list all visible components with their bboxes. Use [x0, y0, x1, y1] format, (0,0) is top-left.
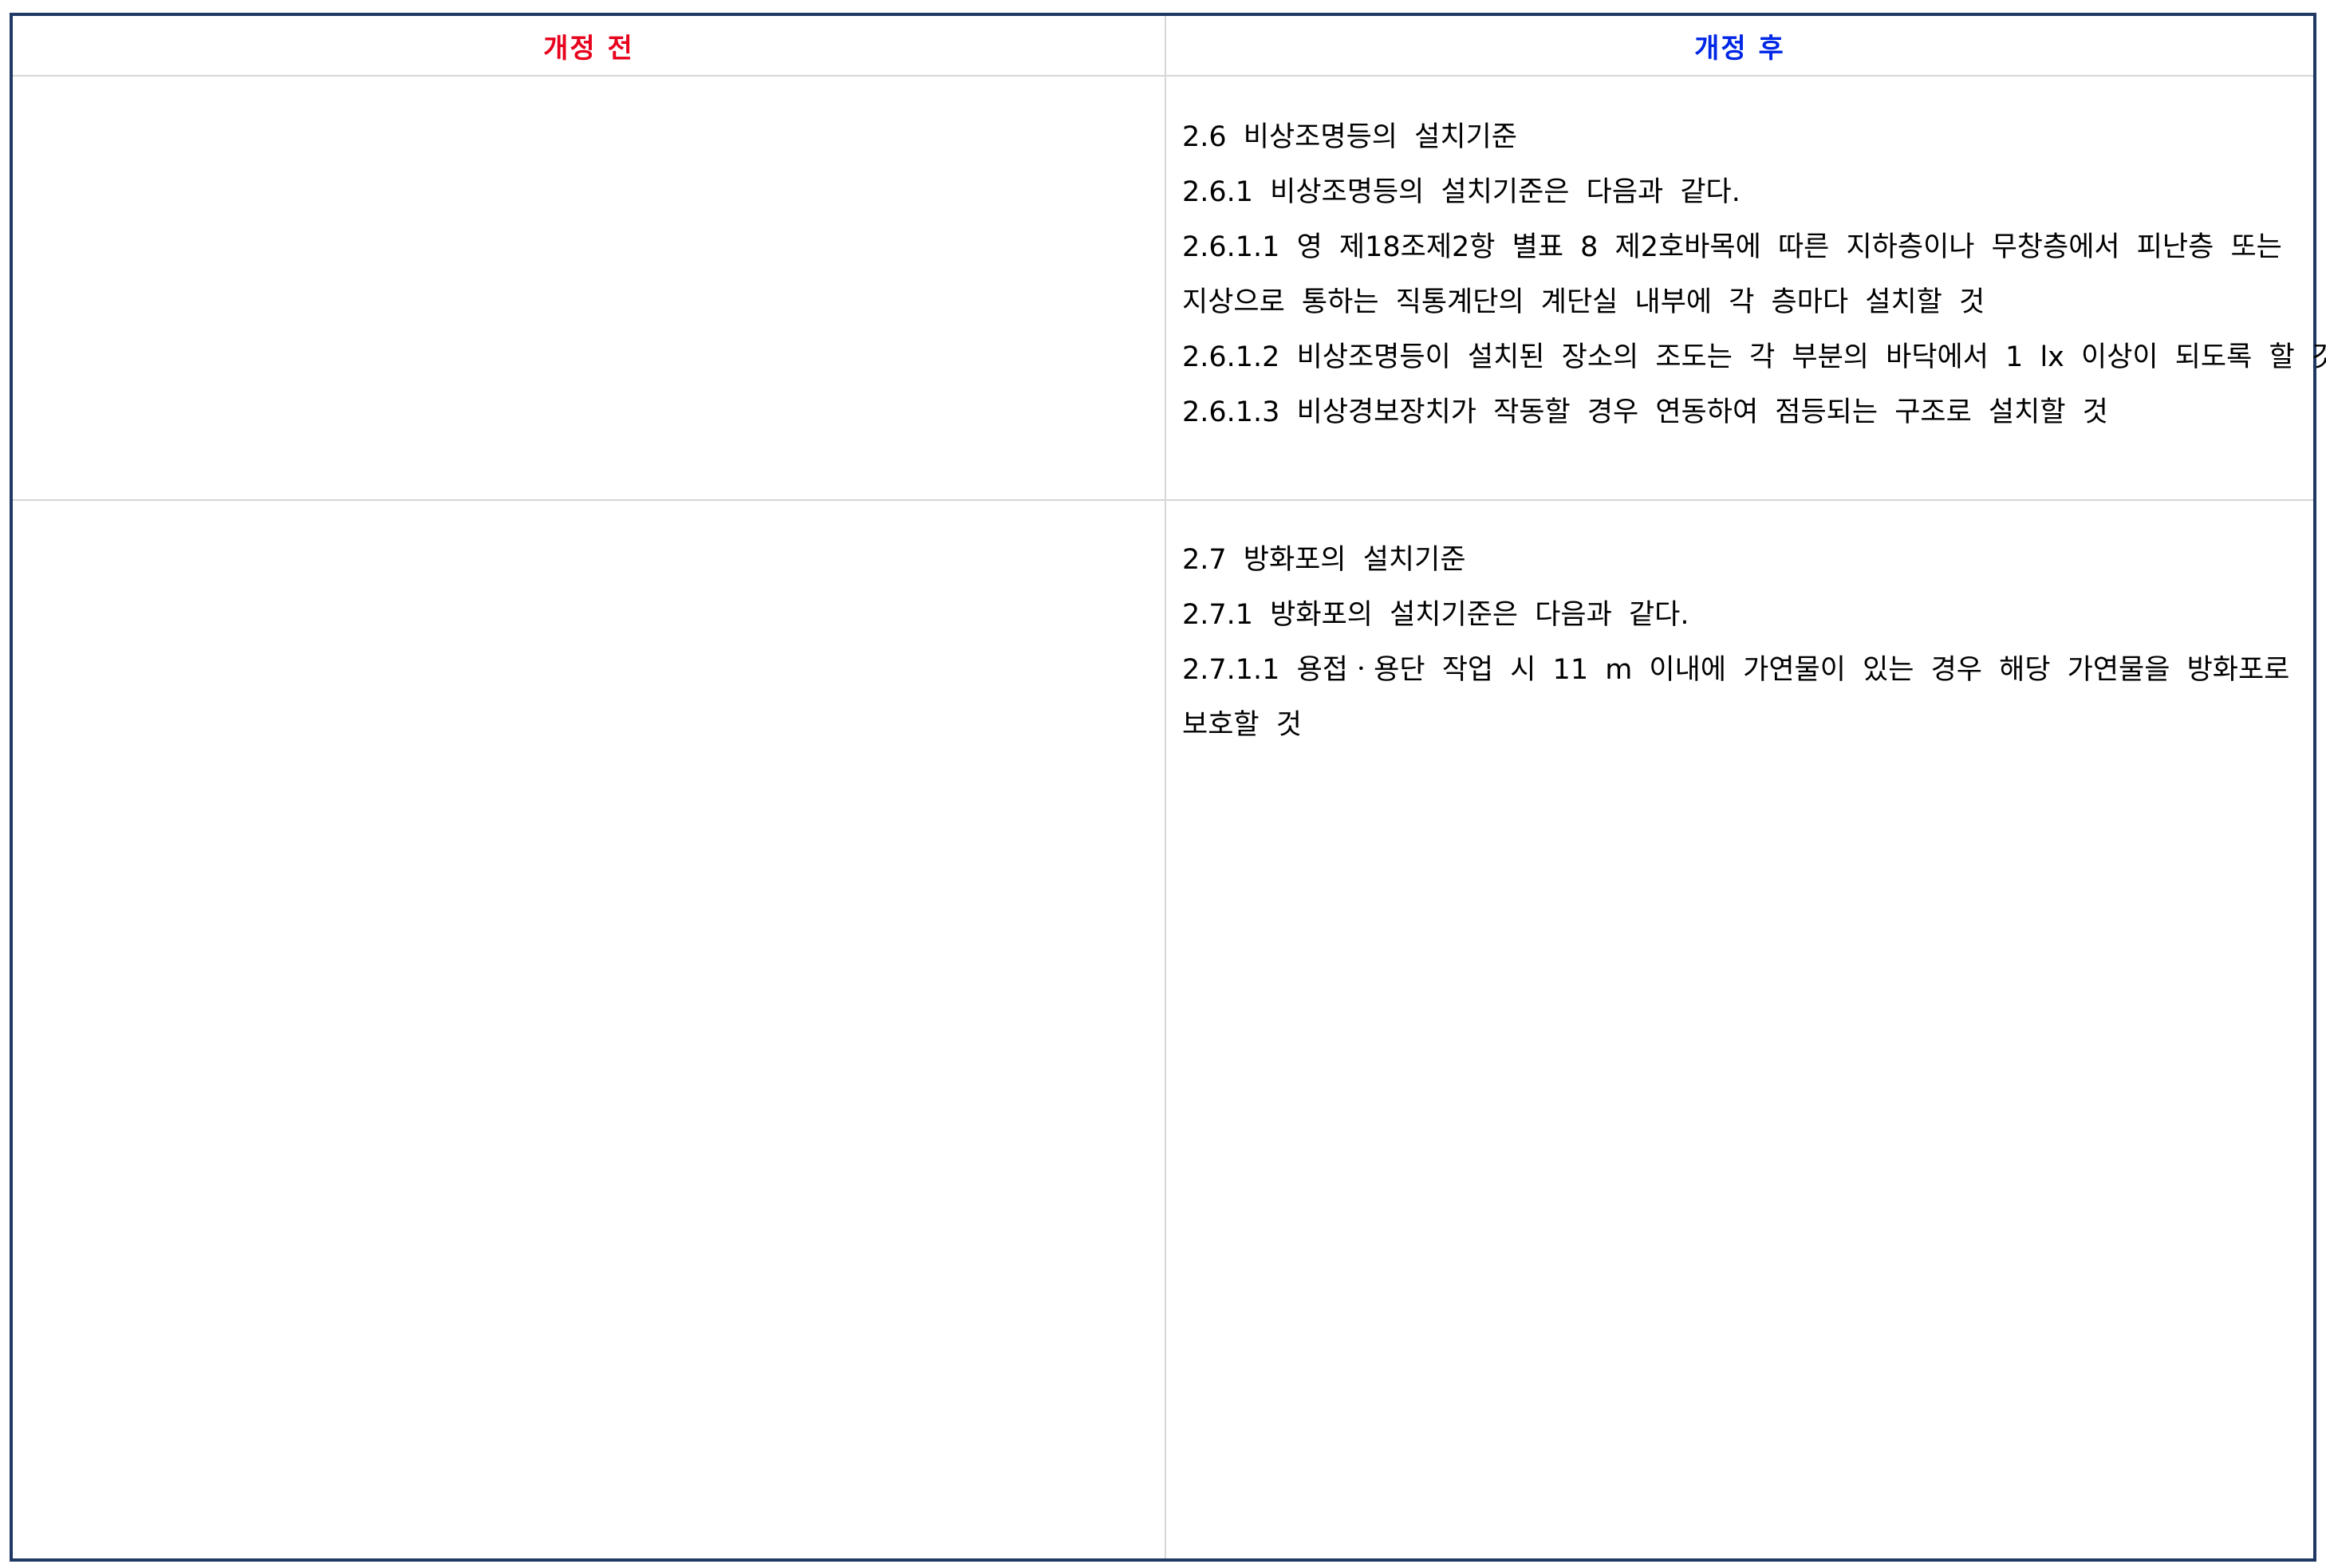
section-2-7-1-1-line-2: 보호할 것 — [1182, 709, 1302, 741]
row-2-after-cell: 2.7 방화포의 설치기준 2.7.1 방화포의 설치기준은 다음과 같다. 2… — [1166, 533, 2313, 753]
section-2-6-1-1-line-1: 2.6.1.1 영 제18조제2항 별표 8 제2호바목에 따른 지하층이나 무… — [1182, 231, 2282, 263]
section-2-7-1: 2.7.1 방화포의 설치기준은 다음과 같다. — [1182, 599, 1689, 631]
section-2-7-1-1-line-1: 2.7.1.1 용접ㆍ용단 작업 시 11 m 이내에 가연물이 있는 경우 해… — [1182, 654, 2290, 686]
comparison-table: 개정 전 개정 후 2.6 비상조명등의 설치기준 2.6.1 비상조명등의 설… — [10, 13, 2326, 1562]
header-divider — [13, 75, 2313, 77]
header-after-label: 개정 후 — [1694, 32, 1785, 65]
row-divider — [13, 499, 2313, 501]
section-2-6-1-2: 2.6.1.2 비상조명등이 설치된 장소의 조도는 각 부분의 바닥에서 1 … — [1182, 341, 2326, 373]
section-2-6-1: 2.6.1 비상조명등의 설치기준은 다음과 같다. — [1182, 176, 1741, 208]
row-1-after-cell: 2.6 비상조명등의 설치기준 2.6.1 비상조명등의 설치기준은 다음과 같… — [1166, 110, 2326, 440]
section-2-6-1-1-line-2: 지상으로 통하는 직통계단의 계단실 내부에 각 층마다 설치할 것 — [1182, 286, 1985, 318]
header-after: 개정 후 — [1166, 16, 2313, 75]
section-2-6-1-3: 2.6.1.3 비상경보장치가 작동할 경우 연동하여 점등되는 구조로 설치할… — [1182, 396, 2108, 428]
header-before-label: 개정 전 — [543, 32, 634, 65]
header-before: 개정 전 — [13, 16, 1165, 75]
section-2-7-title: 2.7 방화포의 설치기준 — [1182, 544, 1466, 576]
section-2-6-title: 2.6 비상조명등의 설치기준 — [1182, 121, 1517, 153]
